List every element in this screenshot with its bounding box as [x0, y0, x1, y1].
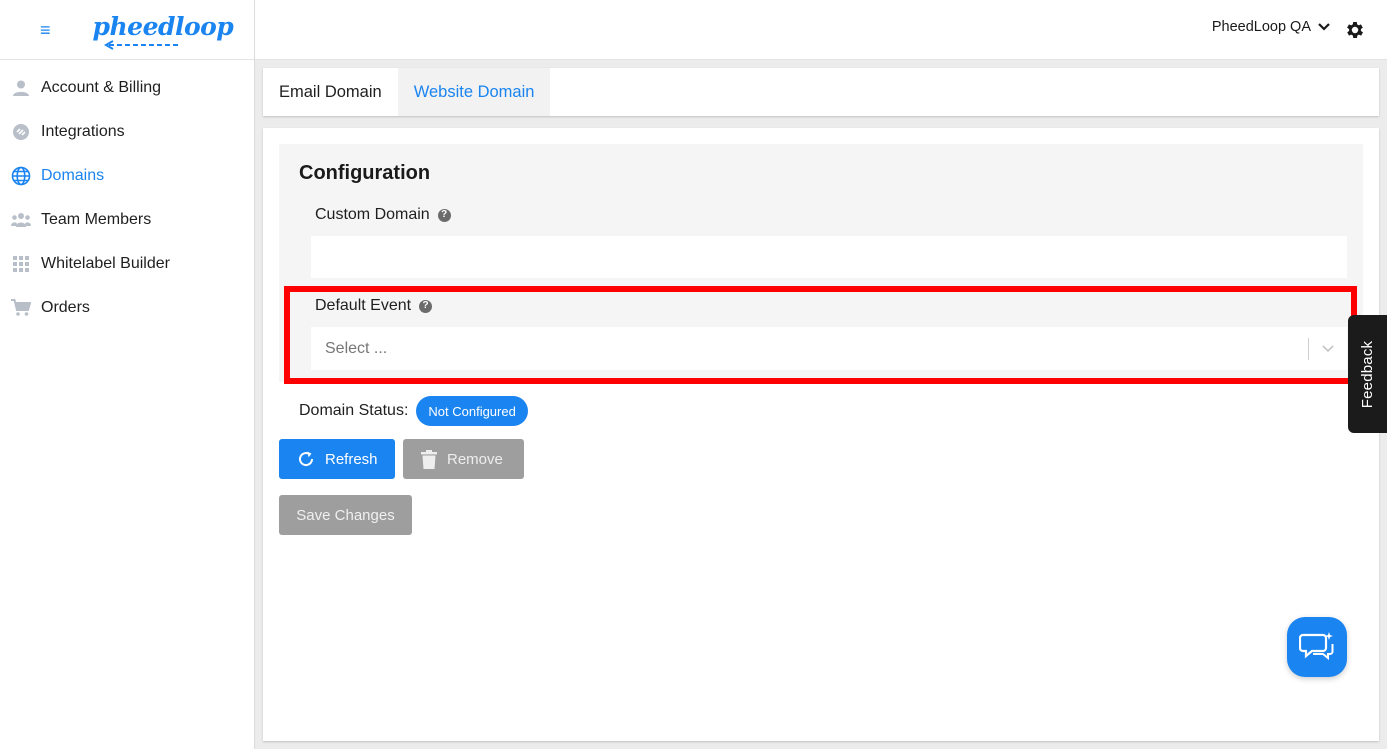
sidebar-item-label: Whitelabel Builder [41, 255, 170, 272]
refresh-button[interactable]: Refresh [279, 439, 395, 479]
cart-icon [11, 298, 31, 318]
default-event-placeholder: Select ... [325, 339, 388, 357]
sidebar: ≡ pheedloop Account & Billing Integratio… [0, 0, 255, 749]
trash-icon [421, 449, 437, 469]
sidebar-item-integrations[interactable]: Integrations [0, 110, 254, 154]
sidebar-header: ≡ pheedloop [0, 0, 254, 60]
chevron-down-icon [1318, 23, 1330, 31]
top-bar: PheedLoop QA [255, 0, 1387, 60]
remove-button[interactable]: Remove [403, 439, 524, 479]
sidebar-item-whitelabel-builder[interactable]: Whitelabel Builder [0, 242, 254, 286]
logo-text: pheedloop [92, 11, 234, 41]
help-icon[interactable]: ? [437, 208, 451, 222]
chat-widget-button[interactable] [1287, 617, 1347, 677]
sidebar-item-label: Team Members [41, 211, 152, 228]
sidebar-item-orders[interactable]: Orders [0, 286, 254, 330]
domain-status-row: Domain Status: Not Configured [299, 396, 528, 426]
logo-arrow-icon [103, 39, 181, 50]
feedback-tab[interactable]: Feedback [1348, 315, 1387, 433]
refresh-button-label: Refresh [325, 450, 378, 468]
sidebar-item-label: Integrations [41, 123, 125, 140]
sidebar-item-label: Orders [41, 299, 90, 316]
status-badge: Not Configured [416, 396, 528, 426]
hamburger-menu-icon[interactable]: ≡ [40, 21, 51, 39]
domain-tabs: Email Domain Website Domain [263, 68, 1379, 116]
configuration-section: Configuration Custom Domain ? Default Ev… [279, 144, 1363, 382]
gear-icon[interactable] [1344, 19, 1366, 41]
user-icon [11, 78, 31, 98]
tab-email-domain[interactable]: Email Domain [263, 68, 398, 116]
chevron-down-icon[interactable] [1309, 344, 1347, 354]
default-event-label-text: Default Event [315, 297, 412, 314]
app-root: ≡ pheedloop Account & Billing Integratio… [0, 0, 1387, 749]
team-icon [11, 210, 31, 230]
sidebar-item-domains[interactable]: Domains [0, 154, 254, 198]
help-icon[interactable]: ? [419, 299, 433, 313]
sidebar-item-account-billing[interactable]: Account & Billing [0, 66, 254, 110]
sidebar-item-team-members[interactable]: Team Members [0, 198, 254, 242]
custom-domain-label: Custom Domain ? [315, 206, 451, 224]
pheedloop-logo[interactable]: pheedloop [91, 10, 234, 50]
account-dropdown[interactable]: PheedLoop QA [1212, 19, 1331, 35]
custom-domain-input[interactable] [311, 236, 1347, 278]
custom-domain-label-text: Custom Domain [315, 206, 430, 223]
integrations-icon [11, 122, 31, 142]
chat-icon [1299, 632, 1334, 661]
default-event-select[interactable]: Select ... [311, 327, 1347, 370]
refresh-icon [299, 451, 314, 467]
tab-website-domain[interactable]: Website Domain [397, 68, 551, 116]
sidebar-nav: Account & Billing Integrations Domains T… [0, 60, 254, 330]
main-panel: Configuration Custom Domain ? Default Ev… [263, 128, 1379, 741]
sidebar-item-label: Account & Billing [41, 79, 162, 96]
sidebar-item-label: Domains [41, 167, 105, 184]
save-changes-button[interactable]: Save Changes [279, 495, 412, 535]
remove-button-label: Remove [447, 450, 503, 468]
account-name: PheedLoop QA [1211, 19, 1311, 35]
domain-status-label: Domain Status: [299, 402, 409, 419]
globe-icon [11, 166, 31, 186]
configuration-title: Configuration [299, 162, 431, 184]
grid-icon [11, 254, 31, 274]
feedback-label: Feedback [1359, 340, 1377, 408]
default-event-label: Default Event ? [315, 297, 433, 315]
